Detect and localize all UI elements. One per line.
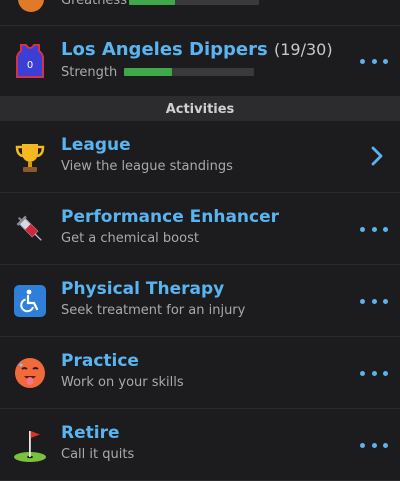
top-stat-label: Greatness [61, 0, 127, 8]
team-record: (19/30) [273, 40, 333, 59]
team-row[interactable]: 0 Los Angeles Dippers (19/30) Strength [0, 26, 400, 97]
team-stat-label: Strength [61, 65, 118, 80]
top-stat-row: Greatness [0, 0, 400, 26]
chevron-right-icon[interactable] [370, 145, 384, 167]
hot-face-icon [12, 355, 48, 391]
more-button[interactable] [360, 296, 388, 306]
activity-row-physical-therapy[interactable]: Physical Therapy Seek treatment for an in… [0, 265, 400, 337]
team-title: Los Angeles Dippers (19/30) [61, 39, 333, 60]
activity-subtitle: Seek treatment for an injury [61, 303, 246, 318]
team-more-button[interactable] [360, 56, 388, 66]
activity-row-league[interactable]: League View the league standings [0, 121, 400, 193]
syringe-icon [12, 211, 48, 247]
golf-flag-icon [12, 427, 48, 463]
strength-bar [124, 68, 254, 76]
section-header-activities: Activities [0, 97, 400, 121]
svg-text:0: 0 [27, 60, 33, 71]
jersey-icon: 0 [12, 43, 48, 79]
strength-bar-fill [124, 68, 173, 76]
wheelchair-icon [12, 283, 48, 319]
more-button[interactable] [360, 440, 388, 450]
activity-subtitle: Work on your skills [61, 375, 184, 390]
activity-row-retire[interactable]: Retire Call it quits [0, 409, 400, 481]
activity-row-practice[interactable]: Practice Work on your skills [0, 337, 400, 409]
activity-subtitle: View the league standings [61, 159, 233, 174]
activity-title: League [61, 135, 131, 155]
activity-subtitle: Get a chemical boost [61, 231, 199, 246]
activity-title: Practice [61, 351, 139, 371]
basketball-icon [18, 0, 44, 12]
more-button[interactable] [360, 368, 388, 378]
top-stat-bar [129, 0, 259, 5]
activity-row-performance-enhancer[interactable]: Performance Enhancer Get a chemical boost [0, 193, 400, 265]
team-name: Los Angeles Dippers [61, 39, 268, 60]
more-button[interactable] [360, 224, 388, 234]
trophy-icon [12, 139, 48, 175]
top-stat-bar-fill [129, 0, 175, 5]
activity-title: Performance Enhancer [61, 207, 280, 227]
activity-title: Physical Therapy [61, 279, 225, 299]
activity-subtitle: Call it quits [61, 447, 135, 462]
activity-title: Retire [61, 423, 120, 443]
